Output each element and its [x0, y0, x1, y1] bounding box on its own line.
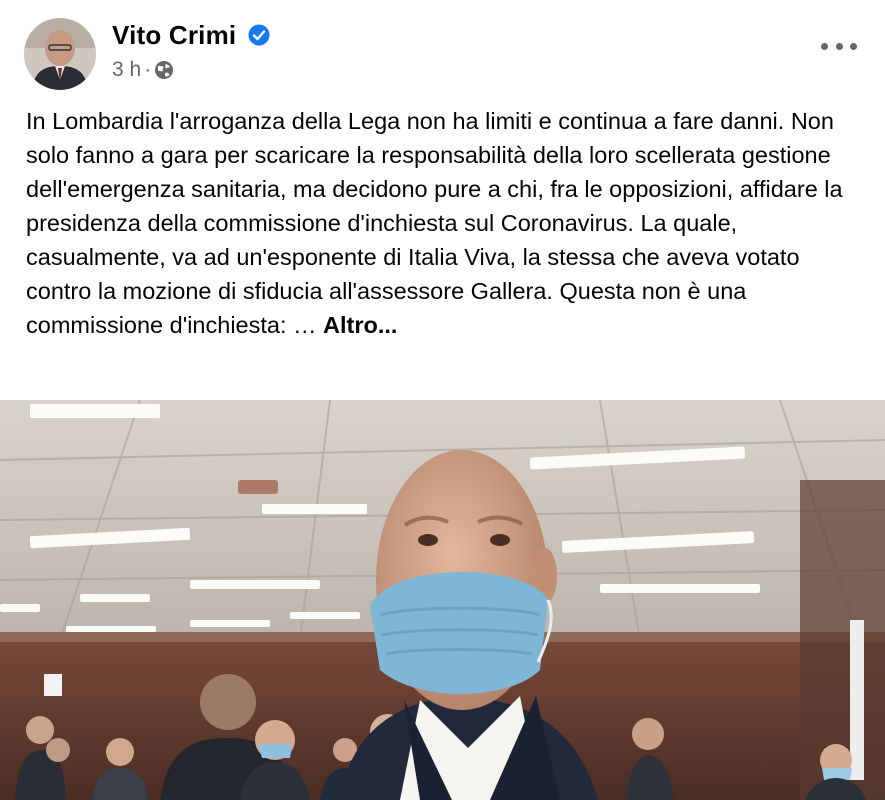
more-horizontal-icon — [850, 42, 857, 50]
more-horizontal-icon — [835, 42, 843, 50]
post-body-text: In Lombardia l'arroganza della Lega non … — [26, 108, 843, 338]
post-photo[interactable] — [0, 400, 885, 800]
see-more-link[interactable]: Altro... — [323, 312, 397, 338]
post-header: Vito Crimi 3 h · — [0, 0, 885, 100]
post-timestamp[interactable]: 3 h — [112, 58, 141, 82]
more-horizontal-icon — [821, 42, 828, 50]
verified-badge-icon — [248, 24, 270, 46]
post-body: In Lombardia l'arroganza della Lega non … — [26, 104, 866, 342]
avatar[interactable] — [24, 18, 96, 90]
globe-icon[interactable] — [154, 60, 174, 80]
more-options-button[interactable] — [821, 34, 857, 58]
author-name[interactable]: Vito Crimi — [112, 20, 236, 51]
post-meta: 3 h · — [112, 58, 174, 82]
meta-separator: · — [144, 58, 152, 81]
